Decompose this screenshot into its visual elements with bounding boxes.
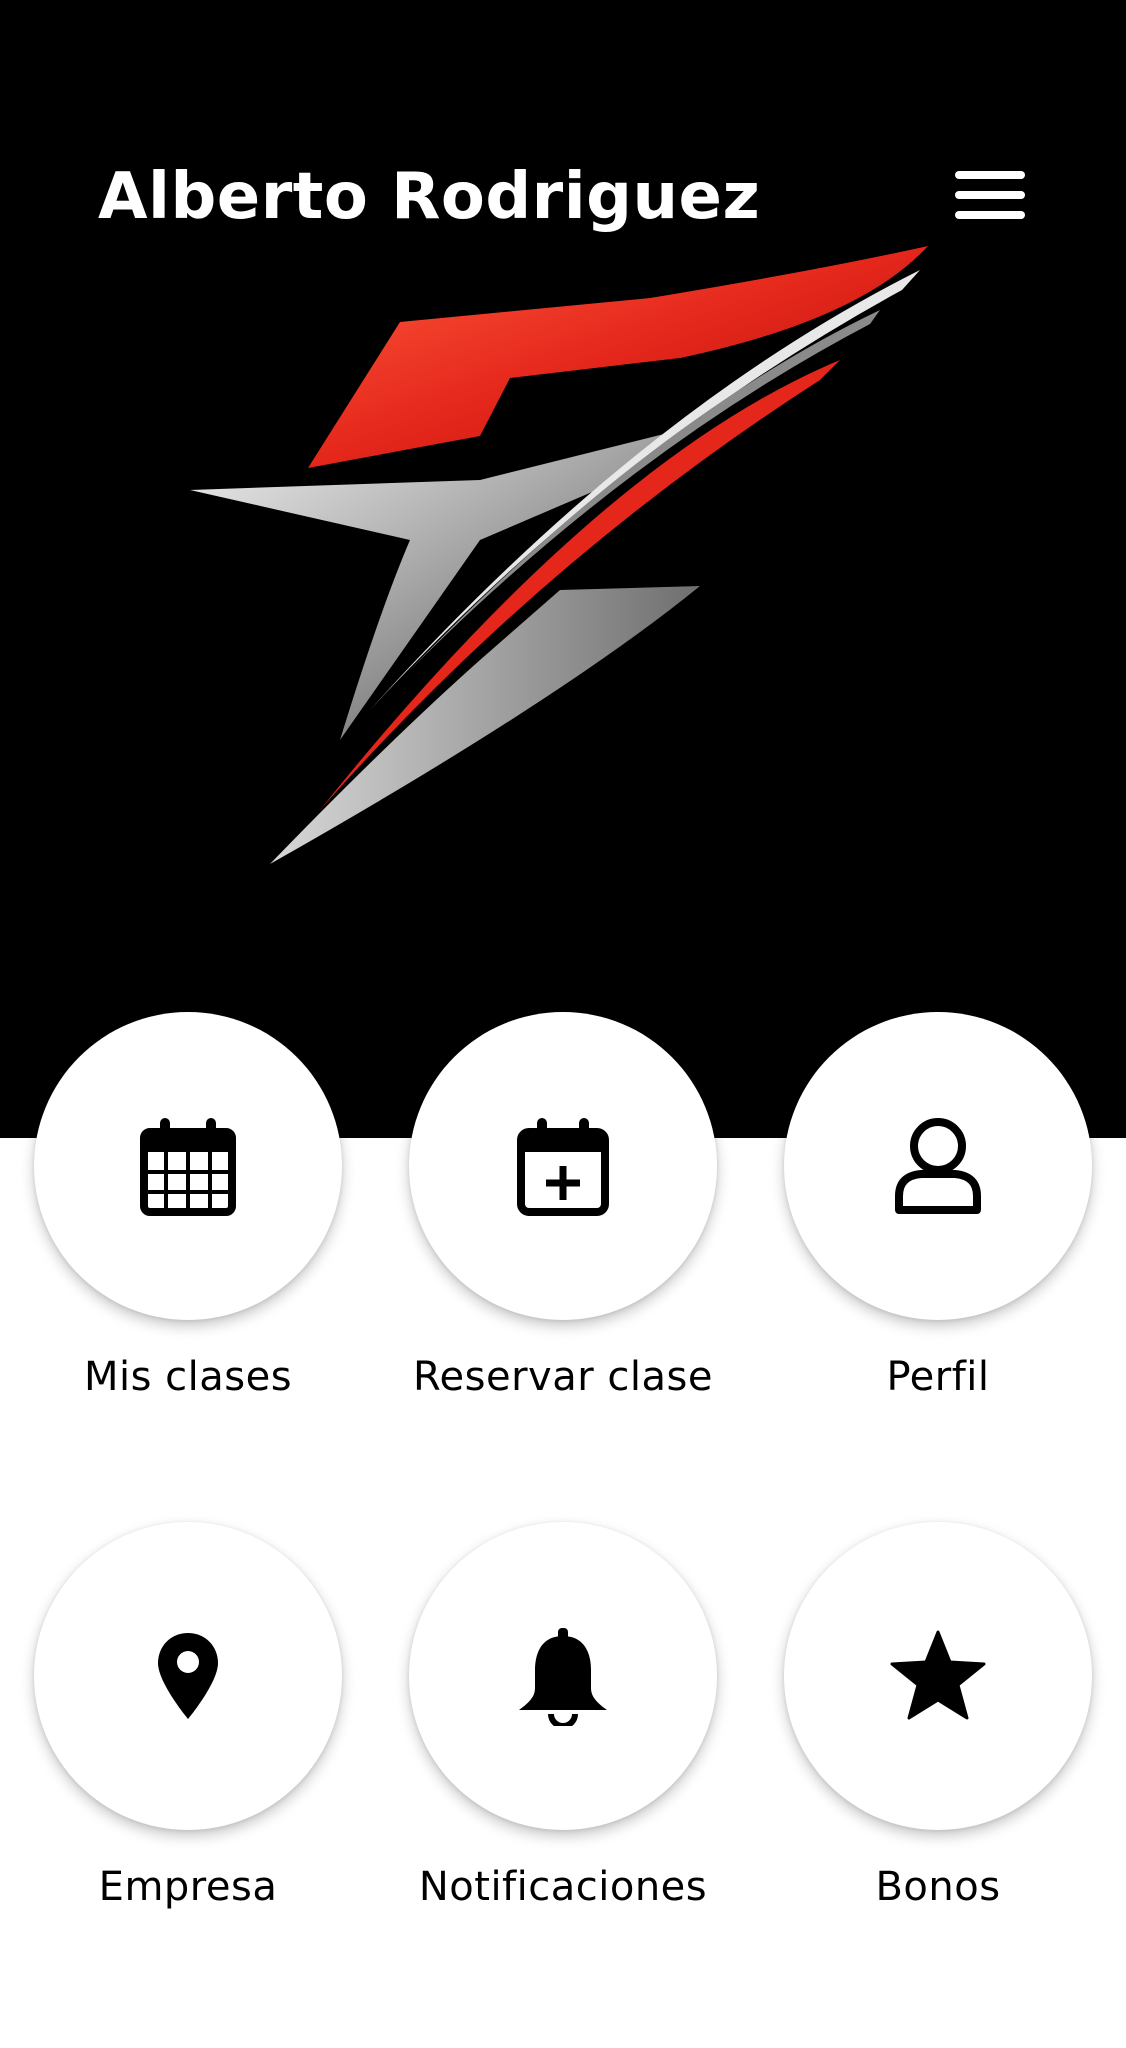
tile-label: Perfil	[886, 1354, 990, 1400]
calendar-grid-icon	[133, 1111, 243, 1221]
tile-circle[interactable]	[784, 1522, 1092, 1830]
tile-circle[interactable]	[409, 1012, 717, 1320]
tile-empresa[interactable]: Empresa	[18, 1522, 358, 1910]
tile-notificaciones[interactable]: Notificaciones	[393, 1522, 733, 1910]
user-name-title: Alberto Rodriguez	[98, 160, 761, 234]
tile-circle[interactable]	[409, 1522, 717, 1830]
tile-perfil[interactable]: Perfil	[768, 1012, 1108, 1400]
hamburger-menu-icon-bar	[955, 191, 1025, 199]
user-icon	[883, 1111, 993, 1221]
tile-label: Notificaciones	[418, 1864, 708, 1910]
brand-logo	[190, 246, 928, 864]
tile-circle[interactable]	[34, 1012, 342, 1320]
hamburger-menu-icon-bar	[955, 211, 1025, 219]
tile-label: Bonos	[875, 1864, 1001, 1910]
hero-banner: Alberto Rodriguez	[0, 0, 1126, 1138]
tile-circle[interactable]	[34, 1522, 342, 1830]
tile-label: Empresa	[98, 1864, 278, 1910]
map-pin-icon	[133, 1621, 243, 1731]
tile-reservar-clase[interactable]: Reservar clase	[393, 1012, 733, 1400]
calendar-plus-icon	[508, 1111, 618, 1221]
bell-icon	[508, 1621, 618, 1731]
tile-circle[interactable]	[784, 1012, 1092, 1320]
tile-bonos[interactable]: Bonos	[768, 1522, 1108, 1910]
home-screen: Alberto Rodriguez Mis clases Reservar cl…	[0, 0, 1126, 2048]
hamburger-menu-button[interactable]	[950, 160, 1030, 230]
star-icon	[883, 1621, 993, 1731]
tile-label: Reservar clase	[413, 1354, 713, 1400]
hamburger-menu-icon	[955, 171, 1025, 179]
tile-mis-clases[interactable]: Mis clases	[18, 1012, 358, 1400]
tile-label: Mis clases	[83, 1354, 293, 1400]
